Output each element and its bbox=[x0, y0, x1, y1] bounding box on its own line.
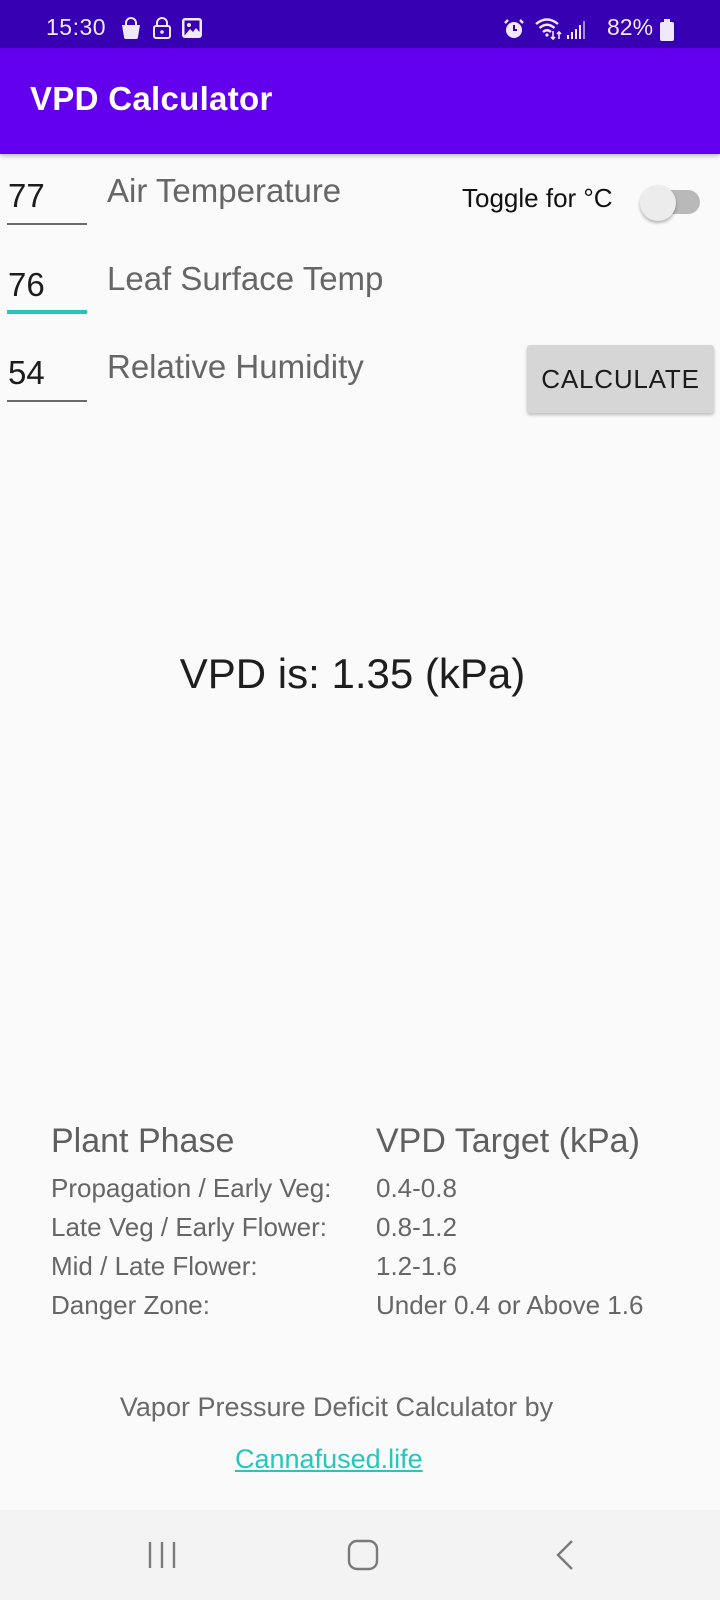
input-underline bbox=[7, 223, 87, 225]
relative-humidity-label: Relative Humidity bbox=[107, 348, 364, 385]
lock-icon bbox=[152, 17, 172, 44]
calculate-button[interactable]: CALCULATE bbox=[527, 345, 714, 413]
app-title: VPD Calculator bbox=[30, 80, 273, 117]
alarm-icon bbox=[503, 18, 525, 45]
status-time: 15:30 bbox=[46, 14, 107, 40]
leaf-surface-temp-input[interactable]: 76 bbox=[7, 254, 87, 314]
leaf-surface-temp-label: Leaf Surface Temp bbox=[107, 260, 384, 297]
image-icon bbox=[181, 17, 203, 44]
leaf-surface-temp-value[interactable]: 76 bbox=[8, 266, 45, 304]
relative-humidity-input[interactable]: 54 bbox=[7, 342, 87, 402]
navigation-bar bbox=[0, 1510, 720, 1600]
header-plant-phase: Plant Phase bbox=[51, 1122, 235, 1160]
battery-icon bbox=[660, 19, 674, 46]
vpd-result: VPD is: 1.35 (kPa) bbox=[179, 650, 526, 697]
recent-apps-icon bbox=[148, 1542, 176, 1568]
shopping-bag-icon bbox=[120, 17, 142, 44]
wifi-icon bbox=[534, 16, 564, 47]
signal-icon bbox=[566, 20, 586, 45]
air-temperature-value[interactable]: 77 bbox=[8, 177, 45, 215]
battery-percent: 82% bbox=[607, 14, 654, 40]
row-target: 0.8-1.2 bbox=[376, 1212, 457, 1242]
home-icon bbox=[347, 1539, 379, 1571]
air-temperature-input[interactable]: 77 bbox=[7, 165, 87, 225]
row-target: Under 0.4 or Above 1.6 bbox=[376, 1290, 644, 1320]
app-bar: VPD Calculator bbox=[0, 48, 720, 154]
recent-apps-button[interactable] bbox=[132, 1530, 192, 1580]
input-underline-focused bbox=[7, 310, 87, 314]
status-bar: 15:30 82% bbox=[0, 0, 720, 48]
celsius-toggle-label: Toggle for °C bbox=[462, 183, 613, 213]
home-button[interactable] bbox=[333, 1530, 393, 1580]
switch-thumb[interactable] bbox=[640, 185, 676, 221]
back-button[interactable] bbox=[535, 1530, 595, 1580]
input-underline bbox=[7, 400, 87, 402]
row-phase: Danger Zone: bbox=[51, 1290, 210, 1320]
row-phase: Late Veg / Early Flower: bbox=[51, 1212, 328, 1242]
row-target: 0.4-0.8 bbox=[376, 1173, 457, 1203]
row-phase: Mid / Late Flower: bbox=[51, 1251, 258, 1281]
relative-humidity-value[interactable]: 54 bbox=[8, 354, 45, 392]
header-vpd-target: VPD Target (kPa) bbox=[376, 1122, 640, 1160]
credit-text: Vapor Pressure Deficit Calculator by bbox=[119, 1392, 554, 1422]
air-temperature-label: Air Temperature bbox=[107, 172, 342, 209]
back-icon bbox=[556, 1540, 573, 1570]
row-phase: Propagation / Early Veg: bbox=[51, 1173, 332, 1203]
cannafused-link[interactable]: Cannafused.life bbox=[235, 1444, 423, 1475]
celsius-toggle-switch[interactable] bbox=[640, 182, 702, 222]
row-target: 1.2-1.6 bbox=[376, 1251, 457, 1281]
